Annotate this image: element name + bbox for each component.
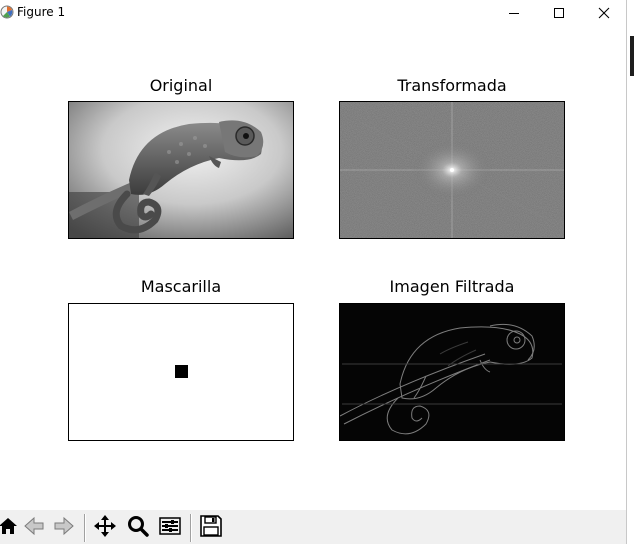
matplotlib-app-icon bbox=[0, 4, 14, 20]
subplot-title-original: Original bbox=[149, 76, 213, 95]
subplot-title-transformada: Transformada bbox=[397, 76, 507, 95]
axes-transformada[interactable] bbox=[339, 101, 565, 239]
navigation-toolbar bbox=[0, 510, 626, 544]
filtered-image bbox=[340, 304, 564, 440]
mask-image bbox=[69, 304, 293, 440]
back-arrow-icon bbox=[22, 515, 46, 541]
figure-window: Figure 1 Original Transformada Mascarill… bbox=[0, 0, 627, 544]
sliders-icon bbox=[158, 514, 182, 542]
save-button[interactable] bbox=[197, 514, 225, 542]
figure-canvas[interactable]: Original Transformada Mascarilla Imagen … bbox=[0, 26, 626, 510]
axes-original[interactable] bbox=[68, 101, 294, 239]
subplot-title-mascarilla: Mascarilla bbox=[140, 277, 222, 296]
maximize-button[interactable] bbox=[536, 0, 582, 26]
title-bar[interactable]: Figure 1 bbox=[0, 0, 626, 26]
home-button[interactable] bbox=[0, 514, 22, 542]
toolbar-separator bbox=[85, 514, 86, 542]
close-icon bbox=[598, 7, 610, 19]
minimize-button[interactable] bbox=[491, 0, 537, 26]
axes-mascarilla[interactable] bbox=[68, 303, 294, 441]
move-icon bbox=[93, 514, 117, 542]
minimize-icon bbox=[508, 7, 520, 19]
forward-arrow-icon bbox=[52, 515, 76, 541]
pan-button[interactable] bbox=[91, 514, 119, 542]
home-icon bbox=[0, 515, 19, 541]
mask-square bbox=[175, 365, 188, 378]
desktop-background bbox=[627, 0, 634, 544]
desktop-background-dark-region bbox=[630, 36, 634, 76]
back-button[interactable] bbox=[20, 514, 48, 542]
forward-button[interactable] bbox=[50, 514, 78, 542]
chameleon-image bbox=[69, 102, 293, 238]
save-icon bbox=[199, 514, 223, 542]
fourier-spectrum-image bbox=[340, 102, 564, 238]
window-title: Figure 1 bbox=[17, 5, 66, 19]
close-button[interactable] bbox=[581, 0, 627, 26]
zoom-button[interactable] bbox=[124, 514, 152, 542]
configure-subplots-button[interactable] bbox=[156, 514, 184, 542]
maximize-icon bbox=[553, 7, 565, 19]
subplot-title-imagen-filtrada: Imagen Filtrada bbox=[389, 277, 515, 296]
toolbar-separator bbox=[191, 514, 192, 542]
axes-imagen-filtrada[interactable] bbox=[339, 303, 565, 441]
zoom-icon bbox=[126, 514, 150, 542]
